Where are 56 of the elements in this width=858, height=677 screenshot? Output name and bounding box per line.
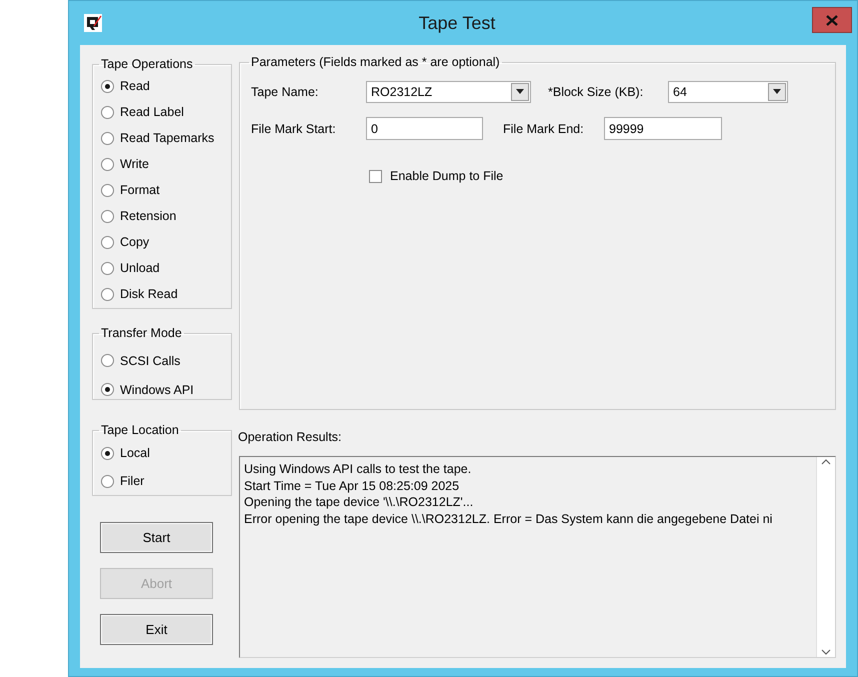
radio-label[interactable]: Unload [120,261,160,275]
log-line: Error opening the tape device \\.\RO2312LZ. Error = Das System kann die angegebene Datei ni [244,510,774,527]
input-field[interactable]: 0 [366,117,483,140]
scroll-down-icon [821,649,831,655]
log-line: Opening the tape device '\\.\RO2312LZ'... [244,494,474,510]
dropdown-field[interactable]: RO2312LZ [366,80,531,102]
checkbox[interactable] [369,170,382,182]
scroll-up-icon [821,459,831,465]
radio-label[interactable]: Read Tapemarks [120,131,214,145]
radio-button[interactable] [101,80,114,92]
radio-button[interactable] [101,132,114,144]
group-title: Tape Operations [100,57,194,71]
radio-label[interactable]: Format [120,183,160,197]
radio-label[interactable]: Windows API [120,382,194,396]
input-field[interactable]: 99999 [604,117,722,140]
radio-button[interactable] [101,446,114,460]
radio-label[interactable]: Read [120,79,150,93]
window-title: Tape Test [418,12,496,34]
group-title: Tape Location [100,423,180,437]
field-label: File Mark Start: [251,122,337,136]
radio-button[interactable] [101,354,114,367]
dialog-button[interactable]: Start [100,522,213,553]
radio-label[interactable]: Write [120,157,149,171]
field-label: File Mark End: [503,122,585,136]
checkbox-label[interactable]: Enable Dump to File [390,169,504,183]
field-label: Tape Name: [251,84,320,98]
scrollbar[interactable] [816,457,835,657]
radio-label[interactable]: Local [120,446,150,460]
log-line: Using Windows API calls to test the tape. [244,461,472,478]
radio-button[interactable] [101,210,114,222]
radio-button[interactable] [101,288,114,300]
app-logo-icon [84,14,102,32]
radio-label[interactable]: Disk Read [120,287,178,301]
group-title: Transfer Mode [100,326,183,340]
radio-label[interactable]: Copy [120,235,150,249]
radio-label[interactable]: Read Label [120,105,184,119]
radio-label[interactable]: Retension [120,209,176,223]
radio-button[interactable] [101,262,114,274]
radio-button[interactable] [101,106,114,118]
radio-button[interactable] [101,158,114,170]
radio-button[interactable] [101,184,114,196]
field-label: *Block Size (KB): [548,84,644,98]
close-icon [826,14,838,26]
radio-button[interactable] [101,474,114,488]
log-line: Start Time = Tue Apr 15 08:25:09 2025 [244,478,460,494]
dropdown-arrow-icon [516,89,524,94]
dialog-button[interactable]: Exit [100,614,213,645]
close-button[interactable] [812,7,852,33]
dropdown-arrow-icon [773,89,781,94]
radio-button[interactable] [101,383,114,396]
results-label: Operation Results: [238,430,343,444]
dropdown-field[interactable]: 64 [668,80,788,102]
group-title: Parameters (Fields marked as * are optional) [250,55,501,69]
radio-button[interactable] [101,236,114,248]
radio-label[interactable]: Filer [120,474,144,488]
radio-label[interactable]: SCSI Calls [120,354,180,368]
